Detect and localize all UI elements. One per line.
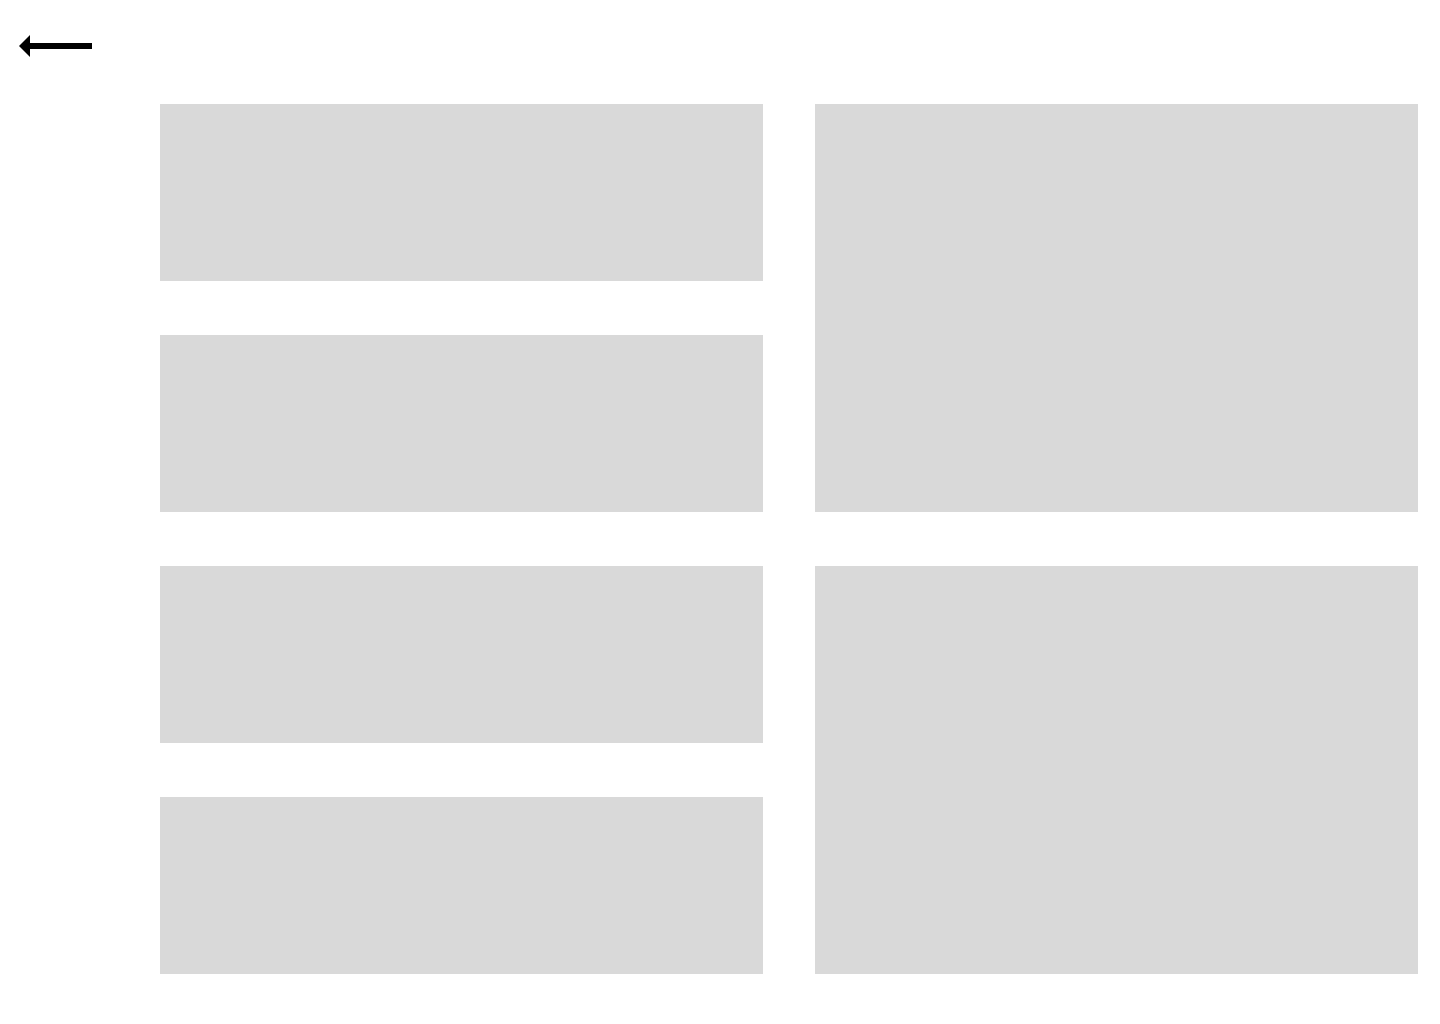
- page: [0, 0, 1440, 1024]
- content-tile-left-3[interactable]: [160, 566, 763, 743]
- arrow-left-icon: [16, 30, 92, 62]
- content-tile-left-4[interactable]: [160, 797, 763, 974]
- content-tile-right-1[interactable]: [815, 104, 1418, 512]
- back-button[interactable]: [16, 28, 96, 64]
- content-tile-right-2[interactable]: [815, 566, 1418, 974]
- content-tile-left-2[interactable]: [160, 335, 763, 512]
- content-tile-left-1[interactable]: [160, 104, 763, 281]
